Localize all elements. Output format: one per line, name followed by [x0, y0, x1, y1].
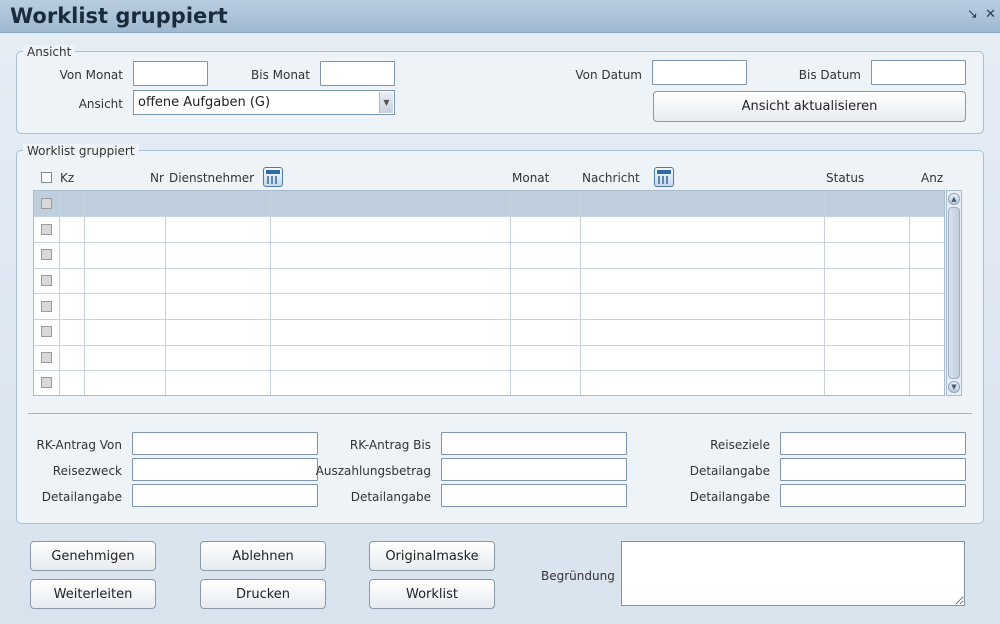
column-header-kz[interactable]: Kz [60, 170, 74, 186]
row-checkbox[interactable] [41, 275, 52, 286]
chevron-down-icon[interactable]: ▼ [379, 92, 393, 113]
column-divider [909, 191, 910, 395]
column-header-monat[interactable]: Monat [512, 170, 549, 186]
window-controls: ↘ ✕ [964, 7, 996, 22]
column-header-anz[interactable]: Anz [921, 170, 943, 186]
table-row[interactable] [34, 345, 944, 371]
separator [28, 413, 972, 414]
bis-monat-input[interactable] [320, 61, 395, 86]
ansicht-select[interactable]: offene Aufgaben (G) ▼ [133, 90, 395, 115]
detailangabe-input[interactable] [441, 484, 627, 507]
begruendung-textarea[interactable] [621, 541, 965, 606]
bis-monat-label: Bis Monat [251, 68, 310, 82]
weiterleiten-button[interactable]: Weiterleiten [30, 579, 156, 609]
bis-datum-input[interactable] [871, 60, 966, 85]
column-divider [84, 191, 85, 395]
scroll-up-icon[interactable]: ▲ [948, 193, 960, 205]
table-row[interactable] [34, 243, 944, 269]
row-checkbox[interactable] [41, 249, 52, 260]
table-row[interactable] [34, 371, 944, 397]
select-all-checkbox[interactable] [41, 172, 52, 183]
detailangabe-label: Detailangabe [350, 490, 431, 504]
minimize-icon[interactable]: ↘ [967, 7, 978, 22]
column-divider [270, 191, 271, 395]
begruendung-label: Begründung [541, 569, 615, 583]
worklist-legend: Worklist gruppiert [23, 144, 139, 158]
detailangabe-label: Detailangabe [41, 490, 122, 504]
row-checkbox[interactable] [41, 224, 52, 235]
detailangabe-label: Detailangabe [689, 464, 770, 478]
column-divider [824, 191, 825, 395]
von-monat-label: Von Monat [59, 68, 123, 82]
auszahlungsbetrag-input[interactable] [441, 458, 627, 481]
worklist-button[interactable]: Worklist [369, 579, 495, 609]
calendar-icon[interactable] [654, 167, 674, 187]
row-checkbox[interactable] [41, 301, 52, 312]
calendar-icon[interactable] [263, 167, 283, 187]
rk-antrag-bis-input[interactable] [441, 432, 627, 455]
reiseziele-input[interactable] [780, 432, 966, 455]
column-header-nachricht[interactable]: Nachricht [582, 170, 640, 186]
rk-antrag-von-label: RK-Antrag Von [36, 438, 122, 452]
von-datum-label: Von Datum [575, 68, 642, 82]
ansicht-aktualisieren-button[interactable]: Ansicht aktualisieren [653, 91, 966, 122]
table-scrollbar[interactable]: ▲ ▼ [946, 190, 962, 396]
table-row[interactable] [34, 217, 944, 243]
reiseziele-label: Reiseziele [710, 438, 770, 452]
row-checkbox[interactable] [41, 377, 52, 388]
scroll-down-icon[interactable]: ▼ [948, 381, 960, 393]
table-row[interactable] [34, 191, 944, 217]
ablehnen-button[interactable]: Ablehnen [200, 541, 326, 571]
von-monat-input[interactable] [133, 61, 208, 86]
scrollbar-thumb[interactable] [948, 207, 960, 379]
reisezweck-input[interactable] [132, 458, 318, 481]
worklist-table [33, 190, 945, 396]
bis-datum-label: Bis Datum [798, 68, 861, 82]
detailangabe-input[interactable] [780, 458, 966, 481]
ansicht-select-value: offene Aufgaben (G) [138, 95, 271, 110]
originalmaske-button[interactable]: Originalmaske [369, 541, 495, 571]
reisezweck-label: Reisezweck [52, 464, 122, 478]
ansicht-select-label: Ansicht [78, 97, 123, 111]
column-divider [165, 191, 166, 395]
genehmigen-button[interactable]: Genehmigen [30, 541, 156, 571]
auszahlungsbetrag-label: Auszahlungsbetrag [315, 464, 431, 478]
detailangabe-input[interactable] [780, 484, 966, 507]
detailangabe-input[interactable] [132, 484, 318, 507]
rk-antrag-bis-label: RK-Antrag Bis [349, 438, 431, 452]
row-checkbox[interactable] [41, 326, 52, 337]
column-divider [59, 191, 60, 395]
drucken-button[interactable]: Drucken [200, 579, 326, 609]
window-titlebar: Worklist gruppiert ↘ ✕ [0, 0, 1000, 33]
close-icon[interactable]: ✕ [985, 7, 996, 22]
column-header-status[interactable]: Status [826, 170, 864, 186]
table-row[interactable] [34, 320, 944, 346]
column-header-dienstnehmer[interactable]: Dienstnehmer [169, 170, 254, 186]
row-checkbox[interactable] [41, 198, 52, 209]
column-divider [580, 191, 581, 395]
ansicht-legend: Ansicht [23, 45, 76, 59]
row-checkbox[interactable] [41, 352, 52, 363]
rk-antrag-von-input[interactable] [132, 432, 318, 455]
table-row[interactable] [34, 294, 944, 320]
column-divider [510, 191, 511, 395]
von-datum-input[interactable] [652, 60, 747, 85]
column-header-nr[interactable]: Nr [150, 170, 164, 186]
detailangabe-label: Detailangabe [689, 490, 770, 504]
table-row[interactable] [34, 268, 944, 294]
window-title: Worklist gruppiert [10, 4, 228, 28]
